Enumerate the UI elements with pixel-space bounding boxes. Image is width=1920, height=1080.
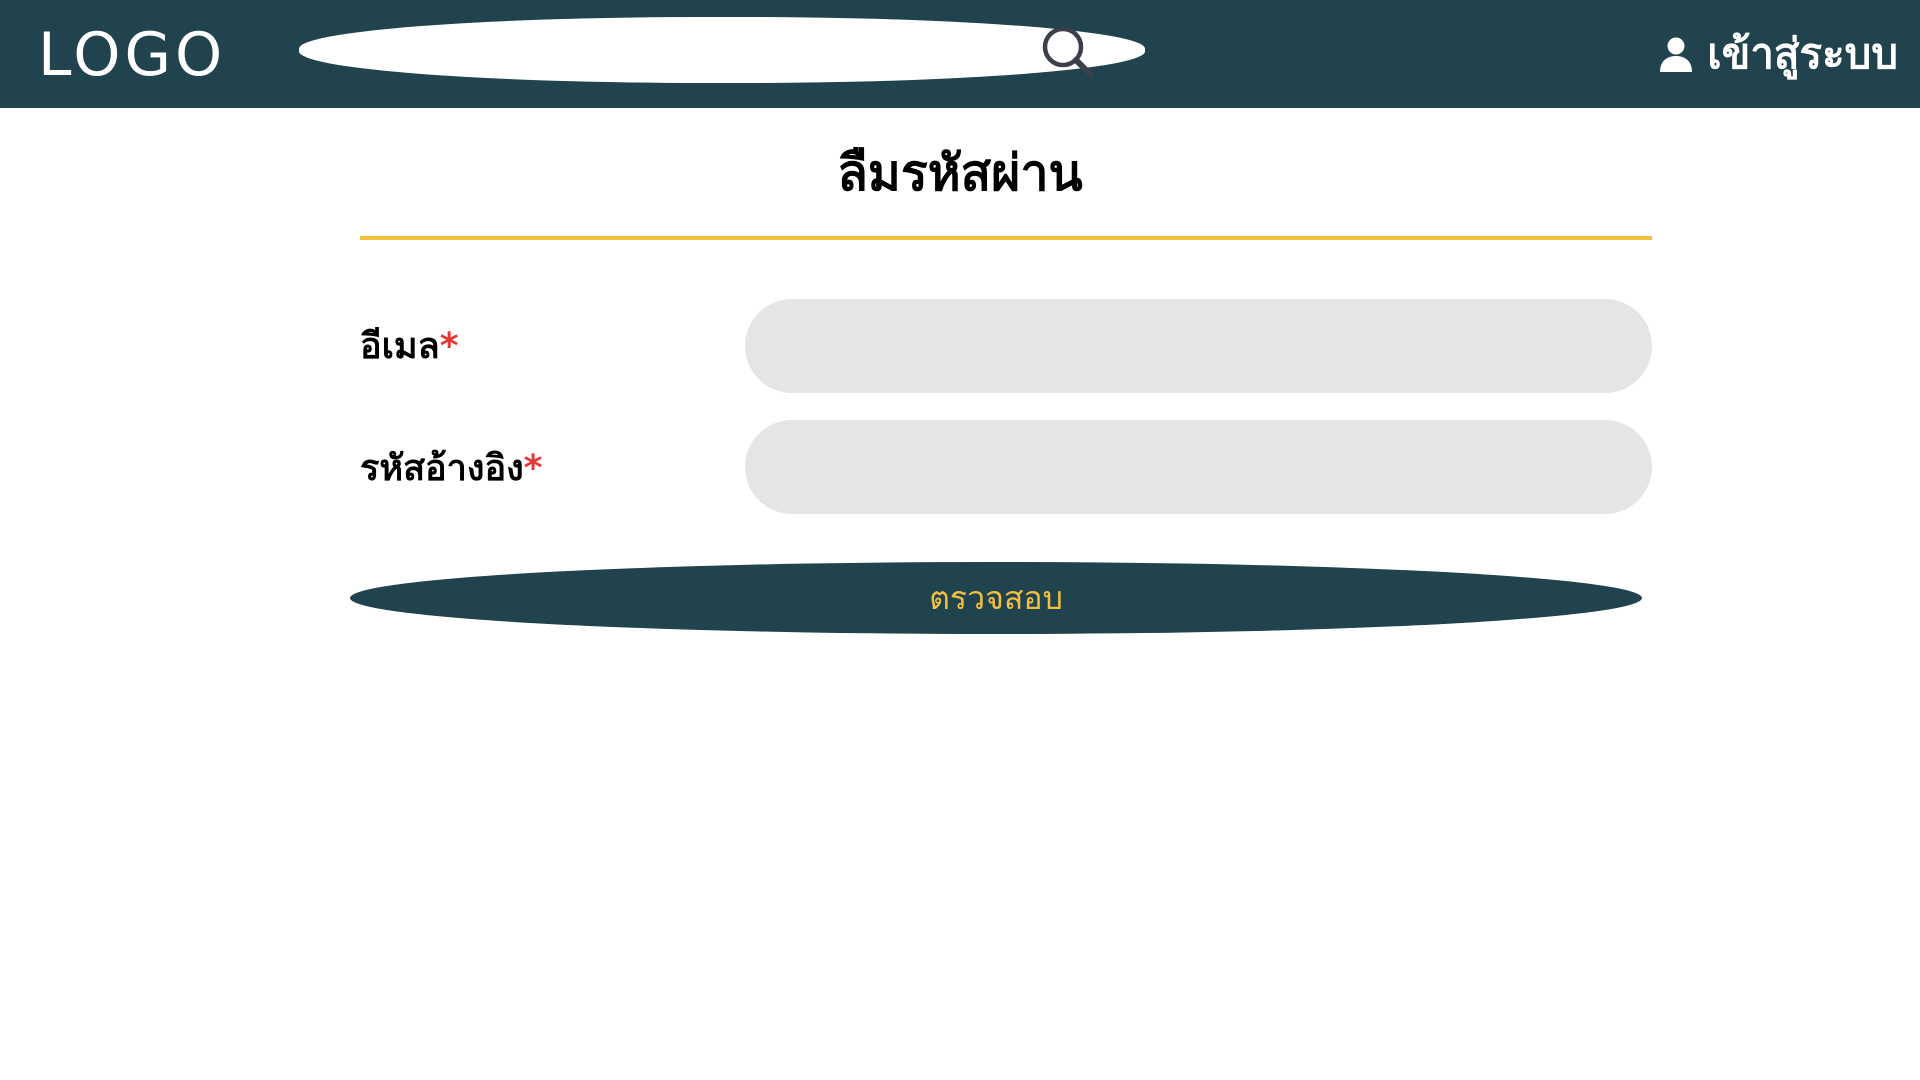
logo[interactable]: LOGO <box>38 20 226 90</box>
user-icon <box>1660 37 1693 72</box>
email-field[interactable] <box>745 299 1652 393</box>
login-label: เข้าสู่ระบบ <box>1707 29 1898 78</box>
login-link[interactable]: เข้าสู่ระบบ <box>1657 24 1898 84</box>
reference-code-label: รหัสอ้างอิง* <box>360 444 542 494</box>
search-icon[interactable] <box>1039 23 1097 81</box>
required-asterisk: * <box>523 448 543 489</box>
email-label-text: อีเมล <box>360 326 440 367</box>
required-asterisk: * <box>439 326 459 367</box>
top-navbar: LOGO เข้าสู่ระบบ <box>0 0 1920 108</box>
email-label: อีเมล* <box>360 322 459 372</box>
search-bar <box>299 17 1145 83</box>
page-title: ลืมรหัสผ่าน <box>837 144 1083 202</box>
reference-code-label-text: รหัสอ้างอิง <box>360 448 524 489</box>
reference-code-field[interactable] <box>745 420 1652 514</box>
search-input[interactable] <box>339 25 1043 77</box>
verify-button[interactable]: ตรวจสอบ <box>350 562 1642 634</box>
title-divider <box>360 236 1652 240</box>
